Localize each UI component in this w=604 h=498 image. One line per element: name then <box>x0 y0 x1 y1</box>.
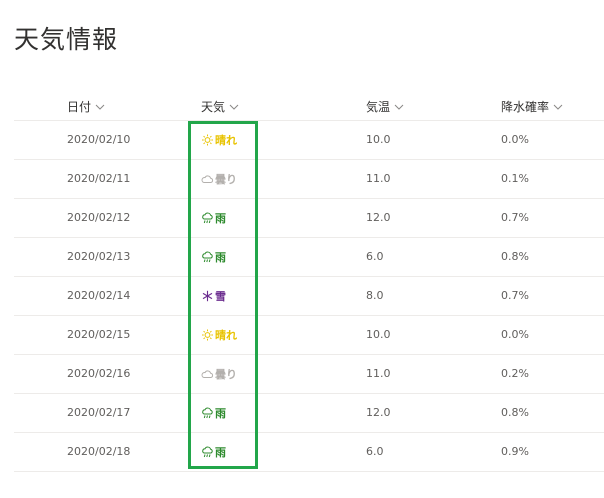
column-header-label: 降水確率 <box>501 100 550 114</box>
table-header: 日付 天気 気温 降水確率 <box>14 92 604 121</box>
date-cell: 2020/02/16 <box>67 367 131 380</box>
snow-icon <box>201 290 214 302</box>
weather-cell: 雨 <box>201 210 226 226</box>
rain-cell: 0.0% <box>501 133 529 146</box>
weather-cell: 晴れ <box>201 132 237 148</box>
temp-cell: 10.0 <box>366 328 391 341</box>
weather-cell: 雪 <box>201 288 226 304</box>
weather-label: 雨 <box>215 212 226 225</box>
weather-cell: 雨 <box>201 405 226 421</box>
chevron-down-icon <box>95 104 105 110</box>
rain-cell: 0.7% <box>501 211 529 224</box>
temp-cell: 10.0 <box>366 133 391 146</box>
weather-label: 晴れ <box>215 329 237 342</box>
date-cell: 2020/02/18 <box>67 445 131 458</box>
weather-label: 雨 <box>215 407 226 420</box>
table-body: 2020/02/10 晴れ 10.0 0.0% 2020/02/11 曇り 11.0 0.1%… <box>14 121 604 472</box>
chevron-down-icon <box>553 104 563 110</box>
table-row[interactable]: 2020/02/18 雨 6.0 0.9% <box>14 433 604 472</box>
weather-label: 雨 <box>215 446 226 459</box>
column-header-label: 天気 <box>201 100 226 114</box>
date-cell: 2020/02/17 <box>67 406 131 419</box>
temp-cell: 12.0 <box>366 211 391 224</box>
column-header-label: 気温 <box>366 100 391 114</box>
weather-label: 雪 <box>215 290 226 303</box>
chevron-down-icon <box>229 104 239 110</box>
column-header-date[interactable]: 日付 <box>67 98 106 115</box>
page-title: 天気情報 <box>14 25 119 54</box>
weather-label: 雨 <box>215 251 226 264</box>
date-cell: 2020/02/12 <box>67 211 131 224</box>
weather-cell: 曇り <box>201 366 237 382</box>
table-row[interactable]: 2020/02/15 晴れ 10.0 0.0% <box>14 316 604 355</box>
weather-label: 曇り <box>215 173 237 186</box>
weather-label: 晴れ <box>215 134 237 147</box>
temp-cell: 11.0 <box>366 172 391 185</box>
column-header-weather[interactable]: 天気 <box>201 98 240 115</box>
temp-cell: 12.0 <box>366 406 391 419</box>
date-cell: 2020/02/14 <box>67 289 131 302</box>
cloud-icon <box>201 368 214 380</box>
temp-cell: 8.0 <box>366 289 384 302</box>
rain-icon <box>201 251 214 263</box>
rain-cell: 0.2% <box>501 367 529 380</box>
rain-cell: 0.9% <box>501 445 529 458</box>
table-row[interactable]: 2020/02/16 曇り 11.0 0.2% <box>14 355 604 394</box>
rain-icon <box>201 446 214 458</box>
rain-cell: 0.0% <box>501 328 529 341</box>
rain-cell: 0.8% <box>501 250 529 263</box>
date-cell: 2020/02/10 <box>67 133 131 146</box>
date-cell: 2020/02/15 <box>67 328 131 341</box>
weather-cell: 雨 <box>201 249 226 265</box>
column-header-label: 日付 <box>67 100 92 114</box>
column-header-temp[interactable]: 気温 <box>366 98 405 115</box>
sun-icon <box>201 329 214 341</box>
temp-cell: 11.0 <box>366 367 391 380</box>
column-header-rain[interactable]: 降水確率 <box>501 98 564 115</box>
rain-cell: 0.1% <box>501 172 529 185</box>
temp-cell: 6.0 <box>366 445 384 458</box>
temp-cell: 6.0 <box>366 250 384 263</box>
rain-cell: 0.8% <box>501 406 529 419</box>
date-cell: 2020/02/13 <box>67 250 131 263</box>
table-row[interactable]: 2020/02/14 雪 8.0 0.7% <box>14 277 604 316</box>
weather-cell: 雨 <box>201 444 226 460</box>
table-row[interactable]: 2020/02/10 晴れ 10.0 0.0% <box>14 121 604 160</box>
table-row[interactable]: 2020/02/12 雨 12.0 0.7% <box>14 199 604 238</box>
weather-cell: 曇り <box>201 171 237 187</box>
rain-cell: 0.7% <box>501 289 529 302</box>
rain-icon <box>201 212 214 224</box>
rain-icon <box>201 407 214 419</box>
table-row[interactable]: 2020/02/13 雨 6.0 0.8% <box>14 238 604 277</box>
weather-cell: 晴れ <box>201 327 237 343</box>
table-row[interactable]: 2020/02/11 曇り 11.0 0.1% <box>14 160 604 199</box>
sun-icon <box>201 134 214 146</box>
table-row[interactable]: 2020/02/17 雨 12.0 0.8% <box>14 394 604 433</box>
chevron-down-icon <box>394 104 404 110</box>
date-cell: 2020/02/11 <box>67 172 131 185</box>
weather-table: 日付 天気 気温 降水確率 2020/02/10 晴れ 10.0 0.0% 2020/0… <box>14 92 604 472</box>
cloud-icon <box>201 173 214 185</box>
weather-label: 曇り <box>215 368 237 381</box>
